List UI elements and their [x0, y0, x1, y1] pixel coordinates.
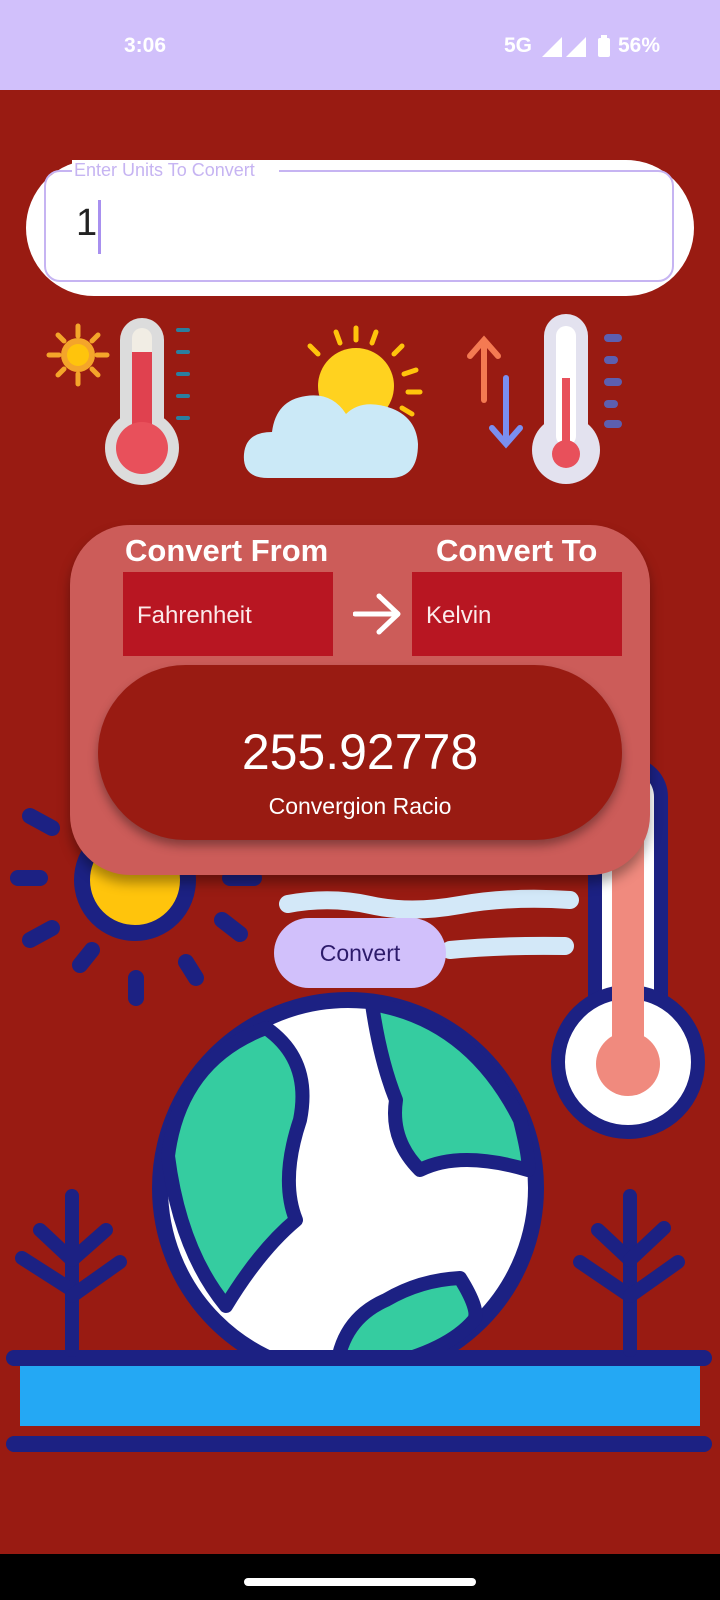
result-display: 255.92778 Convergion Racio: [98, 665, 622, 840]
result-caption: Convergion Racio: [268, 793, 452, 819]
cloud-sun-icon: [243, 325, 423, 478]
plant-left-icon: [15, 1189, 127, 1357]
convert-from-value: Fahrenheit: [137, 602, 252, 629]
arrow-right-icon: [353, 593, 401, 635]
navigation-bar: [0, 1554, 720, 1600]
convert-to-heading: Convert To: [436, 533, 598, 568]
converter-card: Convert From Convert To Fahrenheit Kelvi…: [70, 525, 650, 875]
result-value: 255.92778: [241, 724, 479, 780]
convert-button[interactable]: Convert: [274, 918, 446, 988]
water-ground: [6, 1350, 712, 1452]
convert-to-select[interactable]: Kelvin: [412, 572, 622, 656]
temperature-change-icon: [467, 314, 622, 484]
convert-to-value: Kelvin: [426, 602, 492, 629]
weather-icons-row: [46, 314, 622, 485]
thermometer-icon: [105, 318, 190, 485]
home-indicator[interactable]: [244, 1578, 476, 1586]
sun-icon: [46, 323, 110, 387]
convert-from-heading: Convert From: [125, 533, 329, 568]
globe-icon: [152, 992, 544, 1384]
plant-right-icon: [573, 1189, 685, 1357]
convert-from-select[interactable]: Fahrenheit: [123, 572, 333, 656]
